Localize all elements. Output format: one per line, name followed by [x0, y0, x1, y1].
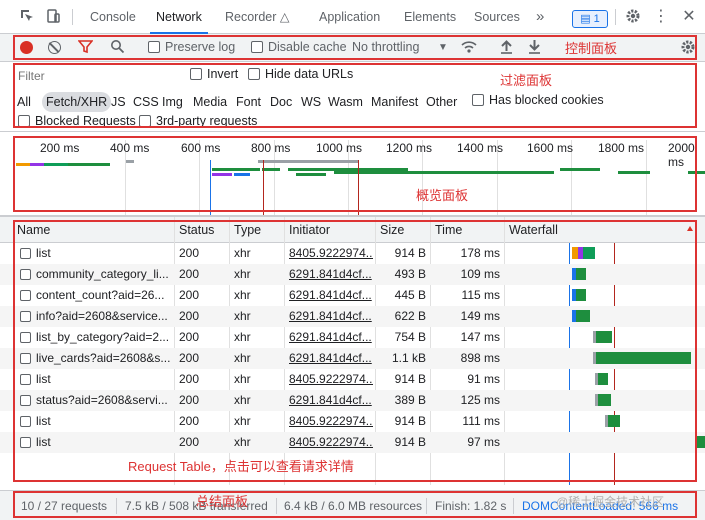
control-panel-annotation: 控制面板	[565, 41, 618, 56]
settings-gear-icon[interactable]	[624, 8, 642, 26]
more-options-icon[interactable]: ⋮	[652, 8, 670, 26]
tab-recorder[interactable]: Recorder △	[219, 0, 296, 34]
close-icon[interactable]: ✕	[680, 8, 698, 26]
inspect-element-icon[interactable]	[18, 8, 36, 26]
filter-panel-annotation: 过滤面板	[500, 73, 553, 88]
filter-panel-highlight	[13, 63, 697, 128]
waterfall-bar	[697, 436, 705, 448]
request-table-annotation: Request Table，点击可以查看请求详情	[128, 459, 354, 474]
summary-panel-highlight	[13, 491, 697, 518]
overview-panel-highlight	[13, 136, 697, 212]
tab-recorder-label: Recorder	[225, 10, 277, 24]
devtools-tabbar: Console Network Recorder △ Application E…	[0, 0, 705, 34]
overview-panel-annotation: 概览面板	[416, 188, 469, 203]
tab-network[interactable]: Network	[150, 0, 208, 34]
request-table-highlight	[13, 220, 697, 482]
tab-elements[interactable]: Elements	[398, 0, 462, 34]
tab-sources[interactable]: Sources	[468, 0, 526, 34]
flask-icon: △	[279, 10, 290, 24]
tab-console[interactable]: Console	[84, 0, 142, 34]
issues-count: 1	[593, 13, 600, 25]
tab-divider	[615, 9, 616, 25]
tab-application[interactable]: Application	[313, 0, 386, 34]
summary-panel-annotation: 总结面板	[196, 494, 249, 509]
device-toolbar-icon[interactable]	[44, 8, 62, 26]
tab-divider	[72, 9, 73, 25]
issues-badge[interactable]: ▤ 1	[572, 10, 608, 28]
more-tabs-button[interactable]: »	[530, 0, 550, 34]
